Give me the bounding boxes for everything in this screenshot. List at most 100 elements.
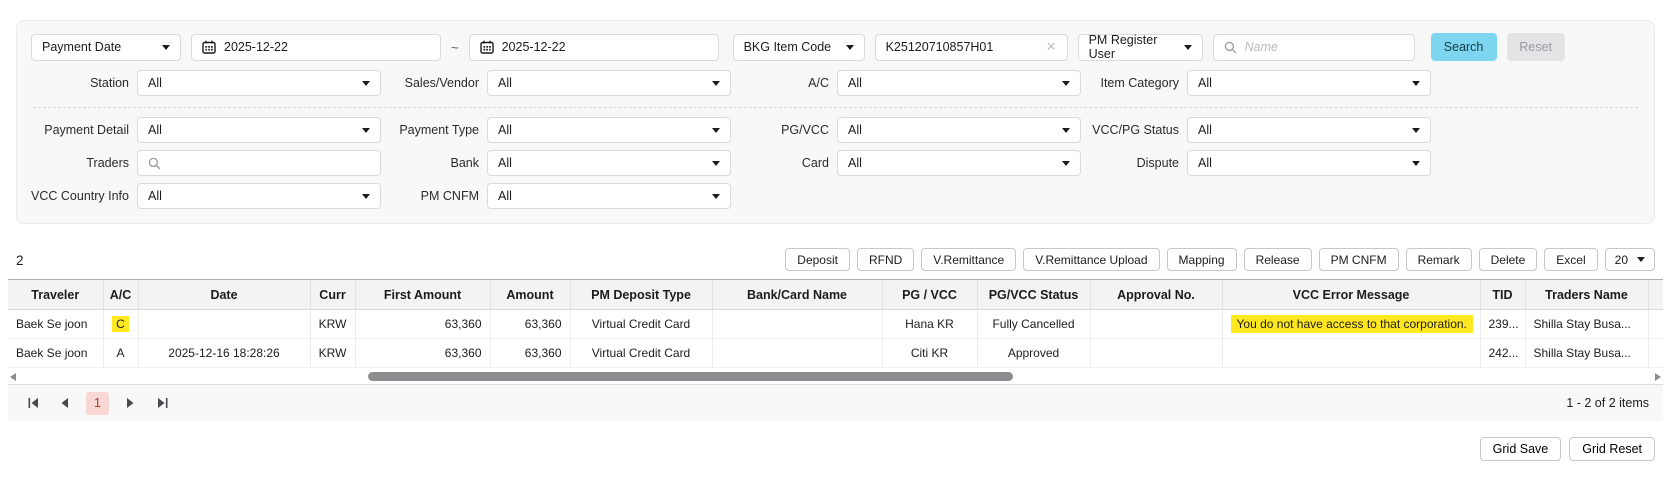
next-page-button[interactable]	[119, 392, 141, 414]
field-label: A/C	[808, 76, 829, 90]
mapping-button[interactable]: Mapping	[1166, 248, 1237, 271]
clear-x-icon[interactable]: ✕	[1046, 39, 1057, 55]
filter-pg-vcc-select[interactable]: All	[837, 117, 1081, 143]
col-first-amount[interactable]: First Amount	[354, 279, 490, 310]
select-value: All	[848, 123, 862, 137]
v-remittance-upload-button[interactable]: V.Remittance Upload	[1023, 248, 1160, 271]
field-label: Item Category	[1100, 76, 1179, 90]
grid-reset-button[interactable]: Grid Reset	[1569, 437, 1655, 461]
cell-traveler: Baek Se joon	[8, 338, 103, 368]
filter-item-category-select[interactable]: All	[1187, 70, 1431, 96]
search-icon	[1224, 41, 1237, 53]
filter-rows-detail: Payment Detail All Payment Type All PG/V…	[31, 117, 1640, 209]
filter-dispute-select[interactable]: All	[1187, 150, 1431, 176]
filter-payment-detail-select[interactable]: All	[137, 117, 381, 143]
chevron-down-icon	[712, 193, 720, 199]
excel-button[interactable]: Excel	[1544, 248, 1598, 271]
chevron-down-icon	[362, 127, 370, 133]
filter-field-bank: Bank All	[381, 150, 731, 176]
filter-card-select[interactable]: All	[837, 150, 1081, 176]
deposit-button[interactable]: Deposit	[785, 248, 850, 271]
col-pg-vcc-status[interactable]: PG/VCC Status	[976, 279, 1090, 310]
result-count: 2	[16, 253, 24, 268]
chevron-down-icon	[1183, 44, 1192, 50]
cell-traveler: Baek Se joon	[8, 309, 103, 339]
search-date-type-select[interactable]: Payment Date	[31, 33, 181, 61]
filter-ac-select[interactable]: All	[837, 70, 1081, 96]
chevron-down-icon	[1412, 160, 1420, 166]
prev-page-icon	[61, 398, 68, 408]
pm-cnfm-button[interactable]: PM CNFM	[1318, 248, 1399, 271]
rfnd-button[interactable]: RFND	[856, 248, 915, 271]
cell-approval-no	[1089, 338, 1222, 368]
highlighted-value: C	[112, 316, 129, 332]
cell-date	[137, 309, 310, 339]
chevron-down-icon	[362, 193, 370, 199]
scroll-right-icon[interactable]	[1655, 373, 1661, 381]
filter-pm-cnfm-select[interactable]: All	[487, 183, 731, 209]
col-overflow	[1647, 279, 1663, 310]
cell-approval-no	[1089, 309, 1222, 339]
col-bank-card-name[interactable]: Bank/Card Name	[711, 279, 882, 310]
release-button[interactable]: Release	[1243, 248, 1312, 271]
table-row[interactable]: Baek Se joon C KRW 63,360 63,360 Virtual…	[8, 309, 1663, 339]
reset-button[interactable]: Reset	[1506, 33, 1565, 61]
filter-payment-type-select[interactable]: All	[487, 117, 731, 143]
filter-bank-select[interactable]: All	[487, 150, 731, 176]
current-page-button[interactable]: 1	[86, 391, 109, 415]
cell-amount: 63,360	[489, 309, 570, 339]
date-from-input[interactable]: 2025-12-22	[191, 33, 441, 61]
name-search-input[interactable]: Name	[1212, 33, 1415, 61]
filter-vcc-country-info-select[interactable]: All	[137, 183, 381, 209]
filter-sales-vendor-select[interactable]: All	[487, 70, 731, 96]
select-value: All	[1198, 76, 1212, 90]
select-value: All	[848, 76, 862, 90]
filter-field-ac: A/C All	[731, 70, 1081, 96]
cell-tid: 242...	[1479, 338, 1525, 368]
bkg-item-code-select[interactable]: BKG Item Code	[732, 33, 865, 61]
field-label: VCC/PG Status	[1092, 123, 1179, 137]
v-remittance-button[interactable]: V.Remittance	[921, 248, 1017, 271]
page-size-value: 20	[1614, 252, 1628, 267]
bkg-item-code-input[interactable]: K25120710857H01 ✕	[874, 33, 1068, 61]
filter-vcc-pg-status-select[interactable]: All	[1187, 117, 1431, 143]
col-date[interactable]: Date	[137, 279, 310, 310]
scrollbar-thumb[interactable]	[368, 372, 1013, 381]
remark-button[interactable]: Remark	[1405, 248, 1472, 271]
field-label: Bank	[450, 156, 480, 170]
filter-station-select[interactable]: All	[137, 70, 381, 96]
pager-bar: 1 1 - 2 of 2 items	[8, 384, 1663, 421]
col-traveler[interactable]: Traveler	[8, 279, 103, 310]
col-amount[interactable]: Amount	[489, 279, 570, 310]
delete-button[interactable]: Delete	[1478, 248, 1538, 271]
last-page-button[interactable]	[151, 392, 173, 414]
col-tid[interactable]: TID	[1479, 279, 1525, 310]
field-label: Payment Detail	[44, 123, 129, 137]
prev-page-button[interactable]	[54, 392, 76, 414]
search-button[interactable]: Search	[1430, 33, 1497, 61]
col-ac[interactable]: A/C	[102, 279, 138, 310]
col-pm-deposit-type[interactable]: PM Deposit Type	[569, 279, 712, 310]
date-to-input[interactable]: 2025-12-22	[468, 33, 719, 61]
filter-traders-input[interactable]	[137, 150, 381, 176]
chevron-down-icon	[162, 44, 170, 50]
col-vcc-error-message[interactable]: VCC Error Message	[1221, 279, 1480, 310]
filter-field-sales-vendor: Sales/Vendor All	[381, 70, 731, 96]
scroll-left-icon[interactable]	[10, 373, 16, 381]
bkg-item-code-select-value: BKG Item Code	[743, 40, 832, 54]
col-curr[interactable]: Curr	[309, 279, 355, 310]
col-pg-vcc[interactable]: PG / VCC	[881, 279, 977, 310]
table-row[interactable]: Baek Se joon A 2025-12-16 18:28:26 KRW 6…	[8, 338, 1663, 368]
first-page-button[interactable]	[22, 392, 44, 414]
col-approval-no[interactable]: Approval No.	[1089, 279, 1222, 310]
grid-save-button[interactable]: Grid Save	[1479, 437, 1562, 461]
col-traders-name[interactable]: Traders Name	[1524, 279, 1648, 310]
horizontal-scrollbar[interactable]	[8, 370, 1663, 384]
filter-field-station: Station All	[31, 70, 381, 96]
select-value: All	[148, 76, 162, 90]
field-label: Station	[90, 76, 129, 90]
select-value: All	[498, 123, 512, 137]
pm-register-user-select[interactable]: PM Register User	[1077, 33, 1203, 61]
page-size-select[interactable]: 20	[1604, 248, 1655, 271]
filter-panel: Payment Date 2025-12-22 ~ 2025-12-22 BKG…	[16, 20, 1655, 224]
